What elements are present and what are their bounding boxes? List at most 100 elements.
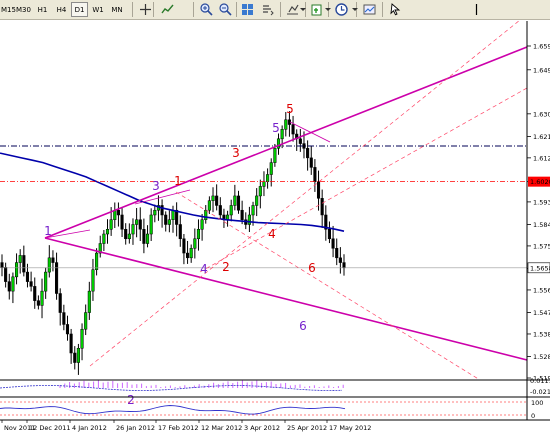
bear-candle	[120, 214, 124, 230]
time-axis-label: 4 Jan 2012	[72, 424, 107, 432]
bear-candle	[142, 229, 146, 244]
bear-candle	[236, 195, 241, 211]
wave-label-red-2: 2	[222, 260, 230, 274]
bear-candle	[25, 271, 30, 282]
bull-candle	[127, 233, 131, 240]
price-axis-label: 1.5935	[533, 198, 550, 206]
bull-candle	[189, 248, 193, 259]
bull-candle	[18, 255, 22, 263]
bear-candle	[51, 257, 55, 263]
bull-candle	[102, 233, 106, 244]
wave-label-purple-1: 1	[44, 224, 52, 238]
time-axis-label: 25 Apr 2012	[287, 424, 327, 432]
bear-candle	[36, 300, 40, 306]
candlestick-series	[0, 111, 346, 375]
wave-label-red-5: 5	[286, 102, 294, 116]
price-axis-label: 1.6590	[533, 43, 550, 51]
bull-candle	[258, 186, 262, 197]
bull-candle	[149, 214, 153, 235]
bear-candle	[164, 214, 168, 225]
bear-candle	[298, 138, 302, 144]
time-axis-label: 12 Mar 2012	[201, 424, 242, 432]
bear-candle	[29, 281, 33, 287]
wave-label-red-6: 6	[308, 261, 316, 275]
wave-label-purple-3: 3	[152, 179, 160, 193]
channel-upper-line[interactable]	[44, 46, 528, 239]
bear-candle	[240, 209, 244, 220]
bear-candle	[291, 124, 295, 135]
bear-candle	[175, 209, 179, 225]
bull-candle	[273, 148, 277, 163]
wave-label-red-3: 3	[232, 146, 240, 160]
fib-dashed-line[interactable]	[199, 87, 528, 273]
current-price-tag-label: 1.6020	[530, 178, 550, 186]
bull-candle	[171, 209, 175, 220]
bull-candle	[167, 219, 171, 225]
fib-dashed-line[interactable]	[89, 19, 521, 367]
bull-candle	[131, 224, 135, 235]
bear-candle	[327, 229, 331, 240]
time-axis-label: 12 Dec 2011	[29, 424, 71, 432]
time-axis-label: 17 Feb 2012	[158, 424, 198, 432]
price-axis-label: 1.6210	[533, 133, 550, 141]
bull-candle	[211, 195, 215, 201]
price-axis-label: 1.6490	[533, 66, 550, 74]
bid-price-tag-label: 1.5658	[530, 264, 550, 272]
price-axis-label: 1.5840	[533, 221, 550, 229]
bear-candle	[178, 224, 182, 240]
bear-candle	[0, 262, 4, 268]
bear-candle	[4, 267, 8, 282]
bear-candle	[313, 167, 317, 182]
bear-candle	[62, 312, 66, 325]
bull-candle	[109, 219, 113, 230]
price-axis-label: 1.5285	[533, 353, 550, 361]
bull-candle	[229, 205, 233, 216]
bear-candle	[124, 229, 128, 240]
price-axis-label: 1.5470	[533, 309, 550, 317]
bull-candle	[15, 262, 19, 278]
bear-candle	[116, 209, 120, 216]
price-axis-label: 1.5380	[533, 330, 550, 338]
bear-candle	[338, 257, 342, 263]
bull-candle	[233, 195, 237, 206]
oscillator-line	[0, 405, 346, 415]
wave-label-purple-2: 2	[127, 393, 135, 407]
bull-candle	[269, 162, 273, 175]
wave-label-purple-5: 5	[272, 121, 280, 135]
bull-candle	[84, 312, 88, 330]
wave-label-red-4: 4	[268, 227, 276, 241]
bear-candle	[138, 219, 142, 230]
bull-candle	[284, 119, 288, 130]
bear-candle	[342, 262, 346, 269]
bull-candle	[76, 348, 80, 363]
bull-candle	[87, 290, 91, 313]
bear-candle	[316, 181, 321, 199]
bull-candle	[276, 138, 281, 149]
bear-candle	[215, 195, 219, 206]
bear-candle	[306, 148, 310, 159]
bear-candle	[160, 205, 164, 216]
bear-candle	[65, 324, 70, 335]
bull-candle	[145, 233, 150, 244]
channel-lower-line[interactable]	[44, 237, 528, 361]
bull-candle	[47, 257, 51, 273]
oscillator-axis-label: 0.0111	[530, 377, 550, 385]
bear-candle	[55, 262, 59, 294]
bull-candle	[80, 328, 84, 349]
wave-label-red-1: 1	[174, 174, 182, 188]
chart-area[interactable]: 1 2 3 4 5 6 1 2 3 4 5 6 1.6590 1.6490 1.6305 1.6210 1.6…	[0, 0, 550, 434]
fib-dashed-line[interactable]	[175, 191, 481, 381]
bull-candle	[266, 174, 270, 182]
bull-candle	[207, 200, 211, 211]
bull-candle	[44, 271, 48, 292]
oscillator-axis-label: 0	[531, 412, 535, 420]
bull-candle	[196, 229, 201, 240]
bear-candle	[58, 293, 62, 313]
bull-candle	[280, 129, 284, 140]
bull-candle	[95, 252, 99, 270]
bull-candle	[11, 276, 15, 292]
bear-candle	[320, 198, 324, 216]
time-axis-label: 26 Jan 2012	[116, 424, 155, 432]
bear-candle	[33, 286, 37, 301]
bull-candle	[135, 219, 139, 225]
